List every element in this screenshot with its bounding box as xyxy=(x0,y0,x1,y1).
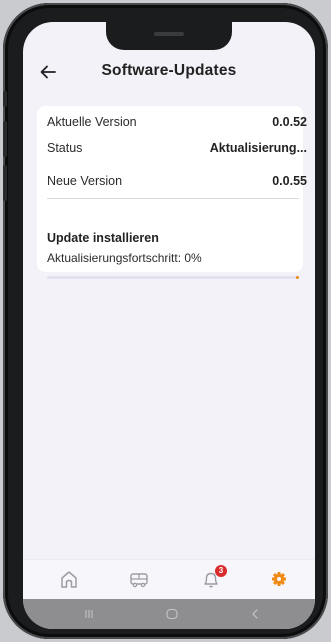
gear-icon xyxy=(272,572,286,586)
update-progress-bar xyxy=(47,275,299,279)
current-version-row: Aktuelle Version 0.0.52 xyxy=(47,115,309,129)
bottom-tab-bar: 3 xyxy=(23,559,315,599)
phone-frame: Software-Updates Aktuelle Version 0.0.52… xyxy=(3,3,328,639)
settings-tab[interactable] xyxy=(267,568,291,590)
progress-bar-end-dot xyxy=(296,275,299,279)
status-value: Aktualisierung... xyxy=(209,141,307,155)
volume-up-button xyxy=(3,121,7,157)
status-label: Status xyxy=(47,141,83,155)
volume-down-button xyxy=(3,165,7,201)
notch xyxy=(106,22,232,50)
vehicle-tab[interactable] xyxy=(127,568,151,590)
notifications-tab[interactable]: 3 xyxy=(199,565,227,590)
new-version-row: Neue Version 0.0.55 xyxy=(47,174,309,188)
system-navigation-bar xyxy=(23,599,315,629)
update-progress-text: Aktualisierungsfortschritt: 0% xyxy=(47,251,202,265)
page-header: Software-Updates xyxy=(23,58,315,86)
home-icon xyxy=(61,571,77,588)
notification-badge: 3 xyxy=(215,565,227,577)
version-card: Aktuelle Version 0.0.52 Status Aktualisi… xyxy=(37,106,307,279)
recents-icon[interactable] xyxy=(82,607,96,621)
mute-switch xyxy=(3,91,7,107)
speaker-grille xyxy=(154,32,184,36)
new-version-value: 0.0.55 xyxy=(272,174,307,188)
page-title: Software-Updates xyxy=(101,62,237,79)
status-row: Status Aktualisierung... xyxy=(47,141,309,155)
divider xyxy=(47,198,299,199)
current-version-label: Aktuelle Version xyxy=(47,115,137,129)
home-tab[interactable] xyxy=(57,568,81,590)
new-version-label: Neue Version xyxy=(47,174,123,188)
current-version-value: 0.0.52 xyxy=(272,115,307,129)
install-update-title: Update installieren xyxy=(47,231,159,245)
vehicle-icon xyxy=(130,573,148,588)
app-screen: Software-Updates Aktuelle Version 0.0.52… xyxy=(23,22,315,629)
home-circle-icon[interactable] xyxy=(165,607,179,621)
back-chevron-icon[interactable] xyxy=(248,607,262,621)
